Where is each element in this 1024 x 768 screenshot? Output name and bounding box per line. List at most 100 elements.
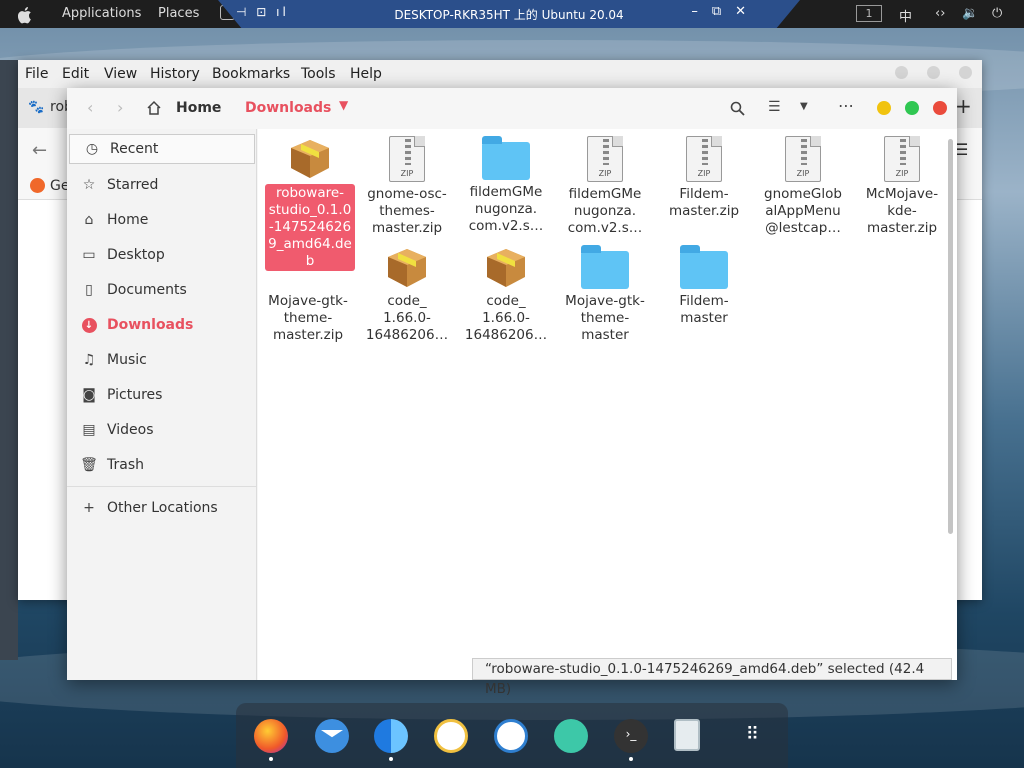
firefox-favicon-icon: [30, 178, 45, 193]
running-indicator: [269, 757, 273, 761]
file-label: McMojave-kde-master.zip: [865, 186, 939, 236]
file-label: fildemGMe nugonza. com.v2.s…: [567, 186, 643, 236]
list-view-icon[interactable]: ☰: [768, 99, 781, 115]
file-item[interactable]: Mojave-gtk-theme-master: [560, 245, 650, 344]
minimize-button[interactable]: [895, 66, 908, 79]
vm-window-controls[interactable]: –⧉✕: [691, 4, 760, 19]
menu-edit[interactable]: Edit: [62, 66, 89, 82]
file-item[interactable]: ZIP gnome-osc-themes-master.zip: [362, 136, 452, 237]
sidebar-item-starred[interactable]: ☆ Starred: [67, 170, 257, 200]
close-button[interactable]: [959, 66, 972, 79]
scrollbar[interactable]: [948, 139, 953, 534]
header-bar: ‹ › Home Downloads ▼ ☰ ▼ ⋯: [67, 88, 957, 129]
forward-button[interactable]: ›: [117, 98, 123, 117]
sidebar-item-pictures[interactable]: ◙ Pictures: [67, 380, 257, 410]
file-item[interactable]: ZIP Fildem-master.zip: [659, 136, 749, 220]
volume-icon[interactable]: 🔉: [962, 6, 978, 21]
file-item[interactable]: ZIP McMojave-kde-master.zip: [857, 136, 947, 237]
clock-icon: ◷: [85, 141, 99, 157]
zip-icon: ZIP: [785, 136, 821, 182]
zip-icon: ZIP: [884, 136, 920, 182]
breadcrumb-home[interactable]: Home: [176, 100, 221, 116]
sidebar-item-home[interactable]: ⌂ Home: [67, 205, 257, 235]
menu-icon[interactable]: ⋯: [838, 96, 854, 115]
dock: ›_ ⠿: [236, 703, 788, 768]
file-item[interactable]: fildemGMe nugonza. com.v2.s…: [461, 136, 551, 235]
power-icon[interactable]: ⏻: [992, 6, 1002, 21]
sidebar-item-documents[interactable]: ▯ Documents: [67, 275, 257, 305]
camera-icon: ◙: [82, 387, 96, 403]
places-menu[interactable]: Places: [158, 6, 199, 21]
file-item[interactable]: Mojave-gtk-theme-master.zip: [263, 289, 353, 344]
apple-logo-icon[interactable]: [18, 6, 32, 24]
zip-icon: ZIP: [389, 136, 425, 182]
file-item[interactable]: ZIP fildemGMe nugonza. com.v2.s…: [560, 136, 650, 237]
input-method-indicator[interactable]: 中: [899, 6, 912, 25]
zip-icon: ZIP: [686, 136, 722, 182]
film-icon: ▤: [82, 422, 96, 438]
home-icon: ⌂: [84, 212, 94, 228]
view-options-icon[interactable]: ▼: [800, 101, 808, 112]
close-button[interactable]: [933, 101, 947, 115]
network-icon[interactable]: ‹›: [935, 6, 945, 21]
app-grid-icon[interactable]: ⠿: [736, 719, 770, 753]
media-player-icon[interactable]: [434, 719, 468, 753]
sidebar-item-trash[interactable]: 🗑 Trash: [67, 450, 257, 480]
menu-bookmarks[interactable]: Bookmarks: [212, 66, 290, 82]
menu-file[interactable]: File: [25, 66, 48, 82]
menu-help[interactable]: Help: [350, 66, 382, 82]
trash-icon: 🗑: [80, 457, 98, 473]
terminal-icon[interactable]: ›_: [614, 719, 648, 753]
folder-icon: [680, 245, 728, 289]
sidebar-label: Other Locations: [107, 500, 218, 516]
back-button[interactable]: ‹: [87, 98, 93, 117]
file-label: code_ 1.66.0- 16486206…: [464, 293, 548, 343]
sidebar-label: Documents: [107, 282, 187, 298]
sidebar-item-desktop[interactable]: ▭ Desktop: [67, 240, 257, 270]
file-label: code_ 1.66.0- 16486206…: [365, 293, 449, 343]
trash-icon[interactable]: [674, 719, 700, 751]
maximize-button[interactable]: [905, 101, 919, 115]
sidebar-item-recent[interactable]: ◷ Recent: [69, 134, 255, 164]
finder-icon[interactable]: [374, 719, 408, 753]
maximize-button[interactable]: [927, 66, 940, 79]
sidebar-item-other-locations[interactable]: + Other Locations: [67, 493, 257, 523]
firefox-menubar: File Edit View History Bookmarks Tools H…: [18, 60, 982, 88]
music-icon: ♫: [82, 352, 96, 368]
workspace-indicator[interactable]: 1: [856, 5, 882, 22]
firefox-icon[interactable]: [254, 719, 288, 753]
file-label: roboware-studio_0.1.0-1475246269_amd64.d…: [265, 184, 355, 271]
menu-view[interactable]: View: [104, 66, 137, 82]
sidebar-label: Desktop: [107, 247, 165, 263]
sidebar-item-downloads[interactable]: ↓ Downloads: [67, 310, 257, 340]
file-item[interactable]: Fildem-master: [659, 245, 749, 327]
sidebar-label: Pictures: [107, 387, 163, 403]
applications-menu[interactable]: Applications: [62, 6, 141, 21]
file-item[interactable]: roboware-studio_0.1.0-1475246269_amd64.d…: [265, 136, 355, 271]
back-icon[interactable]: ←: [32, 140, 47, 161]
minimize-button[interactable]: [877, 101, 891, 115]
new-tab-icon[interactable]: +: [955, 94, 972, 118]
package-icon: [287, 136, 333, 180]
document-icon: ▯: [85, 282, 93, 298]
sidebar-label: Music: [107, 352, 147, 368]
package-icon: [483, 245, 529, 289]
mail-icon[interactable]: [315, 719, 349, 753]
network-icon[interactable]: [554, 719, 588, 753]
breadcrumb-dropdown-icon[interactable]: ▼: [339, 98, 348, 112]
sidebar-item-videos[interactable]: ▤ Videos: [67, 415, 257, 445]
file-item[interactable]: code_ 1.66.0- 16486206…: [362, 245, 452, 344]
sidebar-label: Recent: [110, 141, 159, 157]
file-item[interactable]: ZIP gnomeGlob alAppMenu @lestcap…: [758, 136, 848, 237]
vm-connection-bar: ⊣ ⊡ ıl DESKTOP-RKR35HT 上的 Ubuntu 20.04 –…: [218, 0, 800, 28]
search-icon[interactable]: [730, 101, 745, 116]
sidebar-label: Home: [107, 212, 149, 228]
text-editor-icon[interactable]: [494, 719, 528, 753]
sidebar-item-music[interactable]: ♫ Music: [67, 345, 257, 375]
file-item[interactable]: code_ 1.66.0- 16486206…: [461, 245, 551, 344]
home-icon: [147, 100, 161, 115]
menu-tools[interactable]: Tools: [301, 66, 336, 82]
breadcrumb-downloads[interactable]: Downloads: [245, 100, 331, 116]
menu-history[interactable]: History: [150, 66, 200, 82]
sidebar-divider: [67, 486, 256, 487]
